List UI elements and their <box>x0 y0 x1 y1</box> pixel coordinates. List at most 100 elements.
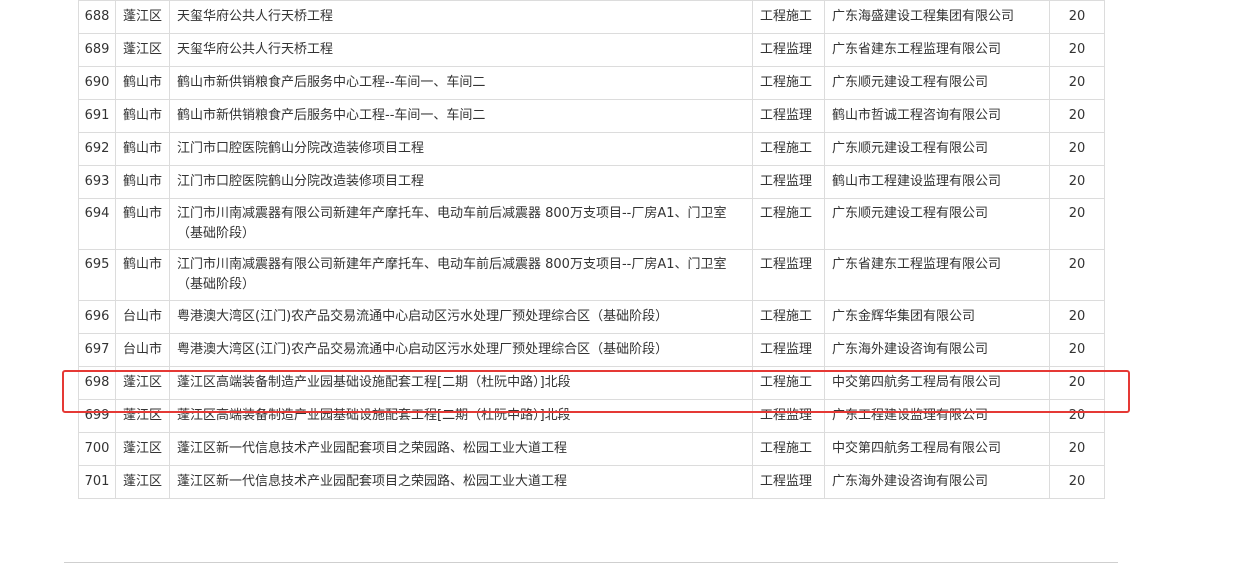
cell-score: 20 <box>1049 165 1105 199</box>
cell-company: 鹤山市哲诚工程咨询有限公司 <box>824 99 1050 133</box>
cell-number: 688 <box>78 0 116 34</box>
table-row: 698 蓬江区 蓬江区高端装备制造产业园基础设施配套工程[二期（杜阮中路）]北段 工程… <box>78 366 1105 400</box>
table-row: 701 蓬江区 蓬江区新一代信息技术产业园配套项目之荣园路、松园工业大道工程 工程监理… <box>78 465 1105 499</box>
cell-project-name: 天玺华府公共人行天桥工程 <box>169 0 753 34</box>
cell-work-type: 工程施工 <box>752 198 825 250</box>
cell-work-type: 工程监理 <box>752 465 825 499</box>
cell-area: 鹤山市 <box>115 165 170 199</box>
cell-area: 蓬江区 <box>115 33 170 67</box>
cell-score: 20 <box>1049 300 1105 334</box>
cell-company: 广东工程建设监理有限公司 <box>824 399 1050 433</box>
cell-company: 广东顺元建设工程有限公司 <box>824 66 1050 100</box>
cell-score: 20 <box>1049 249 1105 301</box>
table-row: 691 鹤山市 鹤山市新供销粮食产后服务中心工程--车间一、车间二 工程监理 鹤山市哲诚… <box>78 99 1105 133</box>
cell-number: 690 <box>78 66 116 100</box>
cell-score: 20 <box>1049 465 1105 499</box>
cell-project-name: 蓬江区新一代信息技术产业园配套项目之荣园路、松园工业大道工程 <box>169 432 753 466</box>
cell-company: 广东海外建设咨询有限公司 <box>824 333 1050 367</box>
cell-work-type: 工程监理 <box>752 399 825 433</box>
cell-project-name: 天玺华府公共人行天桥工程 <box>169 33 753 67</box>
cell-project-name: 粤港澳大湾区(江门)农产品交易流通中心启动区污水处理厂预处理综合区（基础阶段） <box>169 333 753 367</box>
cell-score: 20 <box>1049 99 1105 133</box>
table-row: 699 蓬江区 蓬江区高端装备制造产业园基础设施配套工程[二期（杜阮中路）]北段 工程… <box>78 399 1105 433</box>
cell-number: 695 <box>78 249 116 301</box>
results-table: 688 蓬江区 天玺华府公共人行天桥工程 工程施工 广东海盛建设工程集团有限公司 20 68… <box>78 0 1105 499</box>
cell-number: 694 <box>78 198 116 250</box>
cell-area: 蓬江区 <box>115 399 170 433</box>
cell-work-type: 工程施工 <box>752 66 825 100</box>
table-row: 692 鹤山市 江门市口腔医院鹤山分院改造装修项目工程 工程施工 广东顺元建设工程有限公… <box>78 132 1105 166</box>
cell-area: 蓬江区 <box>115 0 170 34</box>
cell-company: 广东顺元建设工程有限公司 <box>824 198 1050 250</box>
cell-score: 20 <box>1049 366 1105 400</box>
cell-score: 20 <box>1049 66 1105 100</box>
cell-number: 692 <box>78 132 116 166</box>
cell-area: 蓬江区 <box>115 432 170 466</box>
cell-work-type: 工程监理 <box>752 165 825 199</box>
cell-project-name: 江门市口腔医院鹤山分院改造装修项目工程 <box>169 165 753 199</box>
cell-work-type: 工程监理 <box>752 249 825 301</box>
cell-number: 701 <box>78 465 116 499</box>
cell-work-type: 工程施工 <box>752 366 825 400</box>
table-row: 690 鹤山市 鹤山市新供销粮食产后服务中心工程--车间一、车间二 工程施工 广东顺元建… <box>78 66 1105 100</box>
cell-company: 广东省建东工程监理有限公司 <box>824 33 1050 67</box>
cell-project-name: 江门市川南减震器有限公司新建年产摩托车、电动车前后减震器 800万支项目--厂房… <box>169 249 753 301</box>
cell-number: 697 <box>78 333 116 367</box>
cell-company: 广东省建东工程监理有限公司 <box>824 249 1050 301</box>
cell-project-name: 鹤山市新供销粮食产后服务中心工程--车间一、车间二 <box>169 99 753 133</box>
cell-number: 699 <box>78 399 116 433</box>
table-row: 696 台山市 粤港澳大湾区(江门)农产品交易流通中心启动区污水处理厂预处理综合区（… <box>78 300 1105 334</box>
cell-company: 中交第四航务工程局有限公司 <box>824 432 1050 466</box>
cell-score: 20 <box>1049 33 1105 67</box>
cell-project-name: 蓬江区高端装备制造产业园基础设施配套工程[二期（杜阮中路）]北段 <box>169 366 753 400</box>
table-row: 688 蓬江区 天玺华府公共人行天桥工程 工程施工 广东海盛建设工程集团有限公司 20 <box>78 0 1105 34</box>
cell-work-type: 工程监理 <box>752 333 825 367</box>
cell-company: 广东顺元建设工程有限公司 <box>824 132 1050 166</box>
cell-work-type: 工程监理 <box>752 33 825 67</box>
cell-number: 696 <box>78 300 116 334</box>
cell-area: 台山市 <box>115 300 170 334</box>
cell-project-name: 粤港澳大湾区(江门)农产品交易流通中心启动区污水处理厂预处理综合区（基础阶段） <box>169 300 753 334</box>
table-row: 689 蓬江区 天玺华府公共人行天桥工程 工程监理 广东省建东工程监理有限公司 20 <box>78 33 1105 67</box>
table-row: 693 鹤山市 江门市口腔医院鹤山分院改造装修项目工程 工程监理 鹤山市工程建设监理有限… <box>78 165 1105 199</box>
cell-area: 鹤山市 <box>115 198 170 250</box>
cell-project-name: 江门市川南减震器有限公司新建年产摩托车、电动车前后减震器 800万支项目--厂房… <box>169 198 753 250</box>
cell-area: 蓬江区 <box>115 465 170 499</box>
cell-area: 鹤山市 <box>115 249 170 301</box>
cell-work-type: 工程施工 <box>752 300 825 334</box>
cell-company: 广东海外建设咨询有限公司 <box>824 465 1050 499</box>
cell-area: 蓬江区 <box>115 366 170 400</box>
cell-area: 鹤山市 <box>115 132 170 166</box>
cell-number: 700 <box>78 432 116 466</box>
cell-area: 台山市 <box>115 333 170 367</box>
cell-number: 691 <box>78 99 116 133</box>
cell-number: 689 <box>78 33 116 67</box>
cell-number: 693 <box>78 165 116 199</box>
cell-score: 20 <box>1049 198 1105 250</box>
cell-work-type: 工程监理 <box>752 99 825 133</box>
table-row: 694 鹤山市 江门市川南减震器有限公司新建年产摩托车、电动车前后减震器 800万支… <box>78 198 1105 250</box>
cell-score: 20 <box>1049 333 1105 367</box>
cell-score: 20 <box>1049 399 1105 433</box>
footer-divider <box>64 562 1118 563</box>
cell-number: 698 <box>78 366 116 400</box>
cell-company: 中交第四航务工程局有限公司 <box>824 366 1050 400</box>
cell-work-type: 工程施工 <box>752 432 825 466</box>
cell-project-name: 江门市口腔医院鹤山分院改造装修项目工程 <box>169 132 753 166</box>
cell-score: 20 <box>1049 432 1105 466</box>
cell-company: 广东海盛建设工程集团有限公司 <box>824 0 1050 34</box>
cell-project-name: 鹤山市新供销粮食产后服务中心工程--车间一、车间二 <box>169 66 753 100</box>
cell-company: 广东金辉华集团有限公司 <box>824 300 1050 334</box>
cell-area: 鹤山市 <box>115 99 170 133</box>
cell-work-type: 工程施工 <box>752 0 825 34</box>
cell-score: 20 <box>1049 0 1105 34</box>
table-row: 697 台山市 粤港澳大湾区(江门)农产品交易流通中心启动区污水处理厂预处理综合区（… <box>78 333 1105 367</box>
cell-company: 鹤山市工程建设监理有限公司 <box>824 165 1050 199</box>
table-row: 700 蓬江区 蓬江区新一代信息技术产业园配套项目之荣园路、松园工业大道工程 工程施工… <box>78 432 1105 466</box>
cell-project-name: 蓬江区高端装备制造产业园基础设施配套工程[二期（杜阮中路）]北段 <box>169 399 753 433</box>
table-body: 688 蓬江区 天玺华府公共人行天桥工程 工程施工 广东海盛建设工程集团有限公司 20 68… <box>78 0 1105 499</box>
cell-work-type: 工程施工 <box>752 132 825 166</box>
cell-score: 20 <box>1049 132 1105 166</box>
cell-project-name: 蓬江区新一代信息技术产业园配套项目之荣园路、松园工业大道工程 <box>169 465 753 499</box>
table-row: 695 鹤山市 江门市川南减震器有限公司新建年产摩托车、电动车前后减震器 800万支… <box>78 249 1105 301</box>
